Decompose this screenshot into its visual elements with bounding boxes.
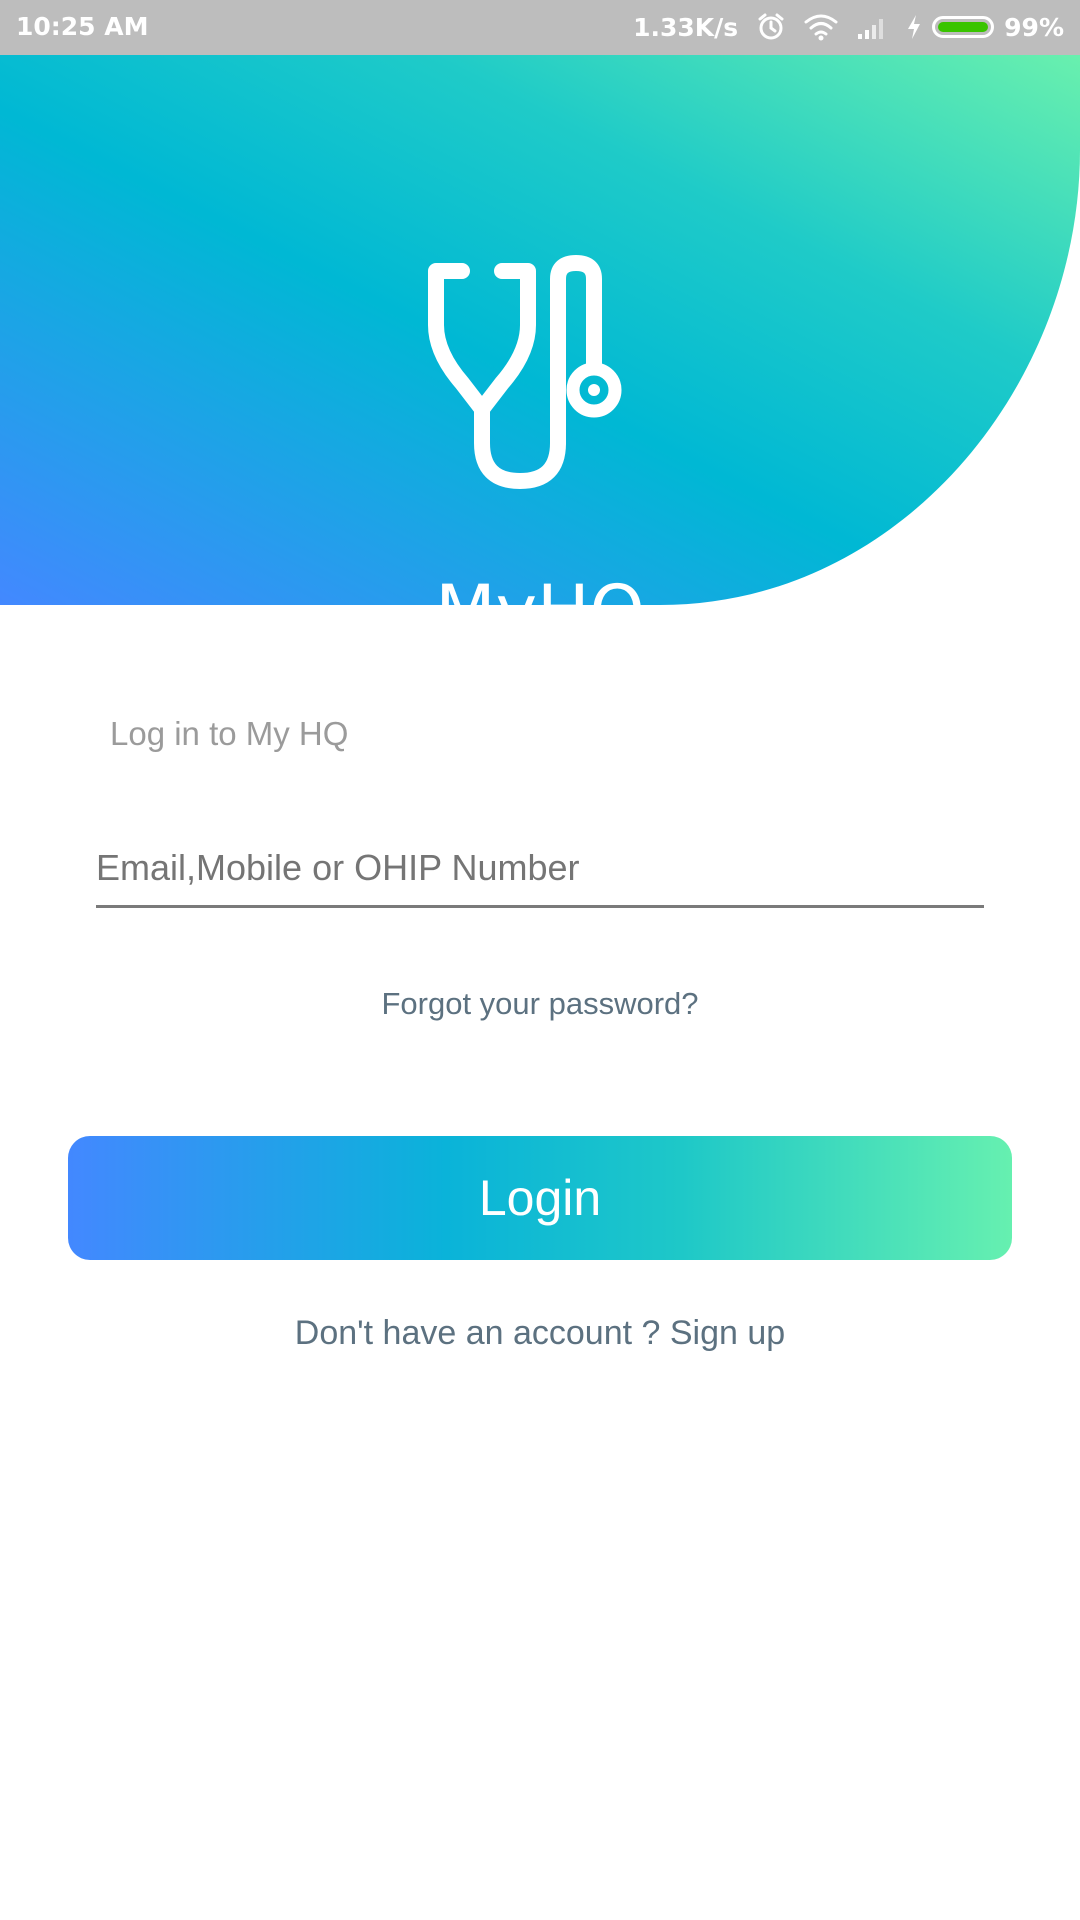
battery-fill: [938, 22, 988, 32]
status-bar: 10:25 AM 1.33K/s 99%: [0, 0, 1080, 55]
app-logo-text: MyHQ: [435, 575, 645, 605]
signup-link[interactable]: Sign up: [670, 1314, 785, 1352]
header-banner: MyHQ: [0, 55, 1080, 605]
battery-percent: 99%: [1004, 12, 1064, 42]
signup-prompt: Don't have an account ?: [294, 1314, 661, 1352]
wifi-icon: [804, 13, 838, 41]
status-time: 10:25 AM: [16, 12, 149, 41]
login-button[interactable]: Login: [68, 1136, 1012, 1260]
email-field[interactable]: [96, 830, 984, 908]
stethoscope-icon: [428, 255, 622, 489]
signal-icon: [856, 14, 888, 40]
net-speed: 1.33K/s: [633, 12, 739, 42]
battery-icon: [932, 16, 995, 38]
login-heading: Log in to My HQ: [110, 715, 349, 752]
forgot-password-link[interactable]: Forgot your password?: [0, 986, 1080, 1022]
status-icons: 1.33K/s 99%: [633, 12, 1064, 42]
app-name: MyHQ: [435, 575, 645, 605]
signup-row: Don't have an account ? Sign up: [0, 1314, 1080, 1353]
battery-indicator: 99%: [906, 13, 1064, 42]
charging-icon: [908, 15, 921, 39]
alarm-icon: [756, 12, 786, 42]
